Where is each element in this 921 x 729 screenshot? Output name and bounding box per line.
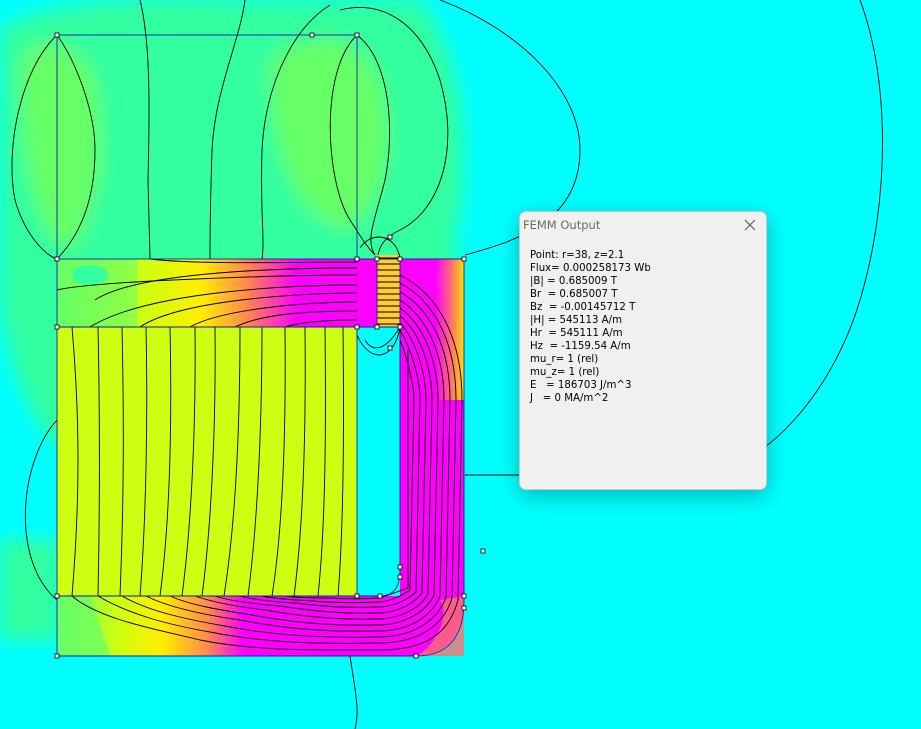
flux-readout: Flux= 0.000258173 Wb: [530, 263, 651, 274]
br-readout: Br = 0.685007 T: [530, 289, 618, 300]
close-button[interactable]: [736, 214, 764, 236]
bz-readout: Bz = -0.00145712 T: [530, 302, 636, 313]
close-icon: [744, 219, 756, 231]
mu-r-readout: mu_r= 1 (rel): [530, 354, 599, 365]
femm-output-title: FEMM Output: [523, 218, 601, 232]
femm-output-titlebar[interactable]: FEMM Output: [520, 212, 766, 238]
current-density-readout: J = 0 MA/m^2: [530, 393, 609, 404]
field-color-map: [0, 0, 464, 656]
h-magnitude-readout: |H| = 545113 A/m: [530, 315, 622, 326]
hz-readout: Hz = -1159.54 A/m: [530, 341, 631, 352]
mu-z-readout: mu_z= 1 (rel): [530, 367, 600, 378]
femm-output-window[interactable]: FEMM Output Point: r=38, z=2.1 Flux= 0.0…: [519, 211, 767, 490]
b-magnitude-readout: |B| = 0.685009 T: [530, 276, 617, 287]
field-plot-canvas[interactable]: [0, 0, 921, 729]
energy-density-readout: E = 186703 J/m^3: [530, 380, 632, 391]
femm-output-body: Point: r=38, z=2.1 Flux= 0.000258173 Wb …: [530, 249, 760, 405]
hr-readout: Hr = 545111 A/m: [530, 328, 623, 339]
point-readout: Point: r=38, z=2.1: [530, 250, 625, 261]
